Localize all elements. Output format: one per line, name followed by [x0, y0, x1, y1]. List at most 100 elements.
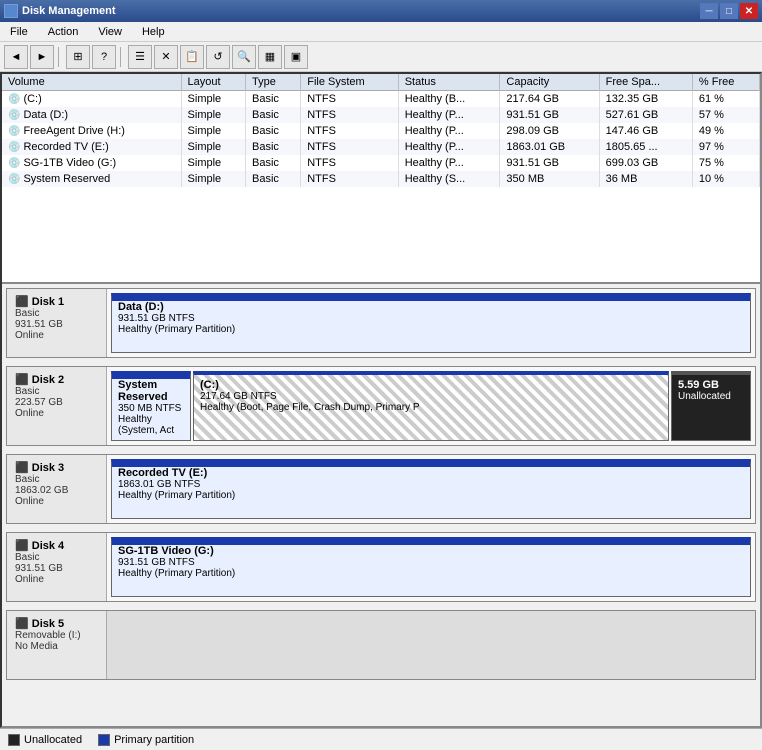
- volume-table: Volume Layout Type File System Status Ca…: [2, 74, 760, 187]
- col-type[interactable]: Type: [246, 74, 301, 91]
- part-size: 1863.01 GB NTFS: [118, 479, 744, 490]
- back-button[interactable]: ◄: [4, 45, 28, 69]
- cell-pct: 75 %: [692, 155, 759, 171]
- partition-3-1[interactable]: Recorded TV (E:) 1863.01 GB NTFS Healthy…: [111, 459, 751, 519]
- disk-row-1: ⬛ Disk 1 Basic 931.51 GB OnlineData (D:)…: [6, 288, 756, 358]
- cell-status: Healthy (P...: [398, 107, 500, 123]
- partition-2-1[interactable]: System Reserved 350 MB NTFS Healthy (Sys…: [111, 371, 191, 441]
- table-row[interactable]: 💿 (C:) Simple Basic NTFS Healthy (B... 2…: [2, 91, 760, 108]
- cell-pct: 49 %: [692, 123, 759, 139]
- part-status: Healthy (System, Act: [118, 414, 184, 436]
- part-status: Healthy (Boot, Page File, Crash Dump, Pr…: [200, 402, 662, 413]
- refresh-button[interactable]: ↺: [206, 45, 230, 69]
- menu-file[interactable]: File: [4, 24, 34, 40]
- volume-name: Data (D:): [23, 109, 68, 121]
- maximize-button[interactable]: □: [720, 3, 738, 19]
- cell-free: 36 MB: [599, 171, 692, 187]
- properties-button[interactable]: ☰: [128, 45, 152, 69]
- part-name: System Reserved: [118, 379, 184, 403]
- table-header-row: Volume Layout Type File System Status Ca…: [2, 74, 760, 91]
- disk-status: Online: [15, 496, 98, 507]
- zoom-button[interactable]: 🔍: [232, 45, 256, 69]
- disk-row-5: ⬛ Disk 5 Removable (I:) No Media: [6, 610, 756, 680]
- delete-button[interactable]: ✕: [154, 45, 178, 69]
- col-status[interactable]: Status: [398, 74, 500, 91]
- cell-fs: NTFS: [301, 155, 398, 171]
- part-name: (C:): [200, 379, 662, 391]
- primary-legend-box: [98, 734, 110, 746]
- volume-icon: 💿: [8, 142, 20, 153]
- part-name: Recorded TV (E:): [118, 467, 744, 479]
- table-row[interactable]: 💿 FreeAgent Drive (H:) Simple Basic NTFS…: [2, 123, 760, 139]
- cell-pct: 97 %: [692, 139, 759, 155]
- disk-id: ⬛ Disk 3: [15, 461, 98, 474]
- cell-volume: 💿 (C:): [2, 91, 181, 108]
- menu-view[interactable]: View: [92, 24, 128, 40]
- unallocated-label: Unallocated: [24, 734, 82, 746]
- volume-name: SG-1TB Video (G:): [23, 157, 116, 169]
- col-free[interactable]: Free Spa...: [599, 74, 692, 91]
- menu-help[interactable]: Help: [136, 24, 171, 40]
- partition-2-2[interactable]: (C:) 217.64 GB NTFS Healthy (Boot, Page …: [193, 371, 669, 441]
- window-title: Disk Management: [22, 5, 116, 17]
- table-row[interactable]: 💿 SG-1TB Video (G:) Simple Basic NTFS He…: [2, 155, 760, 171]
- partition-4-1[interactable]: SG-1TB Video (G:) 931.51 GB NTFS Healthy…: [111, 537, 751, 597]
- part-size: 350 MB NTFS: [118, 403, 184, 414]
- part-size: 931.51 GB NTFS: [118, 557, 744, 568]
- help-button[interactable]: ?: [92, 45, 116, 69]
- table-row[interactable]: 💿 Data (D:) Simple Basic NTFS Healthy (P…: [2, 107, 760, 123]
- disk-id: ⬛ Disk 1: [15, 295, 98, 308]
- disk-row-2: ⬛ Disk 2 Basic 223.57 GB OnlineSystem Re…: [6, 366, 756, 446]
- col-pct[interactable]: % Free: [692, 74, 759, 91]
- partition-1-1[interactable]: Data (D:) 931.51 GB NTFS Healthy (Primar…: [111, 293, 751, 353]
- cell-capacity: 298.09 GB: [500, 123, 599, 139]
- legend-unallocated: Unallocated: [8, 734, 82, 746]
- disk-partitions-4: SG-1TB Video (G:) 931.51 GB NTFS Healthy…: [107, 533, 755, 601]
- col-filesystem[interactable]: File System: [301, 74, 398, 91]
- disk-label-3: ⬛ Disk 3 Basic 1863.02 GB Online: [7, 455, 107, 523]
- col-layout[interactable]: Layout: [181, 74, 245, 91]
- cell-volume: 💿 FreeAgent Drive (H:): [2, 123, 181, 139]
- copy-button[interactable]: 📋: [180, 45, 204, 69]
- cell-type: Basic: [246, 155, 301, 171]
- window-controls[interactable]: ─ □ ✕: [700, 3, 758, 19]
- disk-partitions-3: Recorded TV (E:) 1863.01 GB NTFS Healthy…: [107, 455, 755, 523]
- volume-icon: 💿: [8, 94, 20, 105]
- display-button[interactable]: ▣: [284, 45, 308, 69]
- disk-status: Online: [15, 330, 98, 341]
- cell-pct: 57 %: [692, 107, 759, 123]
- table-row[interactable]: 💿 Recorded TV (E:) Simple Basic NTFS Hea…: [2, 139, 760, 155]
- disk-row-3: ⬛ Disk 3 Basic 1863.02 GB OnlineRecorded…: [6, 454, 756, 524]
- disk-type: Basic: [15, 474, 98, 485]
- cell-volume: 💿 Recorded TV (E:): [2, 139, 181, 155]
- show-list-button[interactable]: ⊞: [66, 45, 90, 69]
- minimize-button[interactable]: ─: [700, 3, 718, 19]
- menu-action[interactable]: Action: [42, 24, 85, 40]
- partition-2-3[interactable]: 5.59 GB Unallocated: [671, 371, 751, 441]
- chart-button[interactable]: ▦: [258, 45, 282, 69]
- disk-status: Online: [15, 574, 98, 585]
- volume-icon: 💿: [8, 174, 20, 185]
- table-row[interactable]: 💿 System Reserved Simple Basic NTFS Heal…: [2, 171, 760, 187]
- status-bar: Unallocated Primary partition: [0, 728, 762, 750]
- volume-icon: 💿: [8, 126, 20, 137]
- cell-free: 132.35 GB: [599, 91, 692, 108]
- part-status: Healthy (Primary Partition): [118, 324, 744, 335]
- col-volume[interactable]: Volume: [2, 74, 181, 91]
- cell-fs: NTFS: [301, 107, 398, 123]
- col-capacity[interactable]: Capacity: [500, 74, 599, 91]
- disk-partitions-2: System Reserved 350 MB NTFS Healthy (Sys…: [107, 367, 755, 445]
- part-label: Unallocated: [678, 391, 744, 402]
- unallocated-legend-box: [8, 734, 20, 746]
- disk-map-section: ⬛ Disk 1 Basic 931.51 GB OnlineData (D:)…: [2, 284, 760, 726]
- toolbar-separator-2: [120, 47, 124, 67]
- cell-status: Healthy (P...: [398, 123, 500, 139]
- disk-size: 1863.02 GB: [15, 485, 98, 496]
- disk-type: Basic: [15, 308, 98, 319]
- close-button[interactable]: ✕: [740, 3, 758, 19]
- disk-partitions-1: Data (D:) 931.51 GB NTFS Healthy (Primar…: [107, 289, 755, 357]
- disk-type: Removable (I:): [15, 630, 98, 641]
- legend-primary: Primary partition: [98, 734, 194, 746]
- disk-label-5: ⬛ Disk 5 Removable (I:) No Media: [7, 611, 107, 679]
- forward-button[interactable]: ►: [30, 45, 54, 69]
